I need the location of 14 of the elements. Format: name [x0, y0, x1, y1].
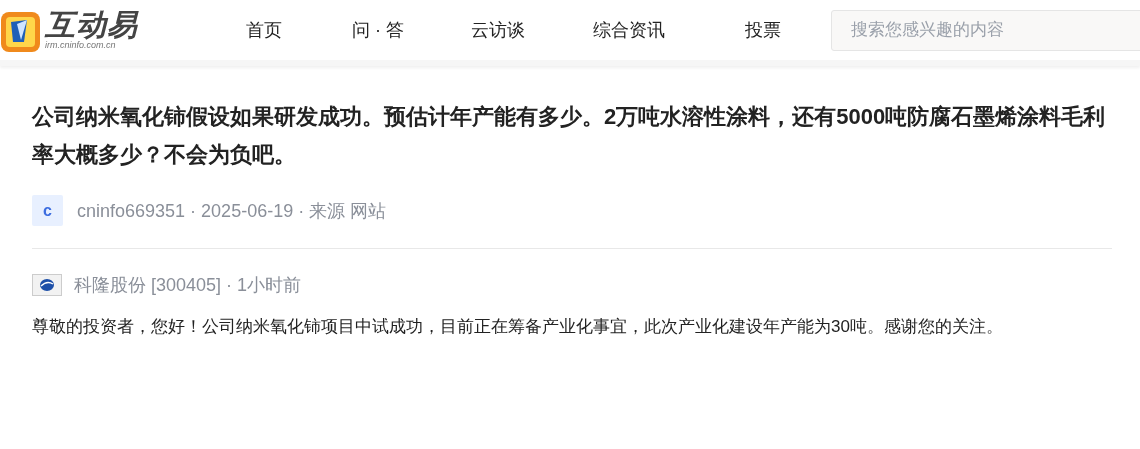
nav-link[interactable]: 问 · 答 [352, 18, 404, 42]
nav-link[interactable]: 云访谈 [471, 18, 525, 42]
question-title: 公司纳米氧化铈假设如果研发成功。预估计年产能有多少。2万吨水溶性涂料，还有5000吨防腐石墨烯涂料毛利率大概多少？不会为负吧。 [32, 103, 1107, 169]
search-field[interactable]: 搜索您感兴趣的内容 [831, 9, 1140, 51]
question-meta: cninfo669351 · 2025-06-19 · 来源 网站 [77, 199, 387, 223]
company-logo-icon [32, 274, 62, 296]
logo-title: 互动易 [45, 10, 138, 40]
logo-url: irm.cninfo.com.cn [45, 41, 117, 50]
nav-link[interactable]: 综合资讯 [593, 18, 665, 42]
answer-meta: 科隆股份 [300405] · 1小时前 [74, 274, 302, 297]
answer-text: 尊敬的投资者，您好！公司纳米氧化铈项目中试成功，目前正在筹备产业化事宜，此次产业化建设年产能为30吨。感谢您的关注。 [32, 316, 1004, 338]
user-avatar: c [32, 195, 63, 226]
nav-link[interactable]: 投票 [745, 18, 781, 42]
nav-link[interactable]: 首页 [246, 18, 282, 42]
